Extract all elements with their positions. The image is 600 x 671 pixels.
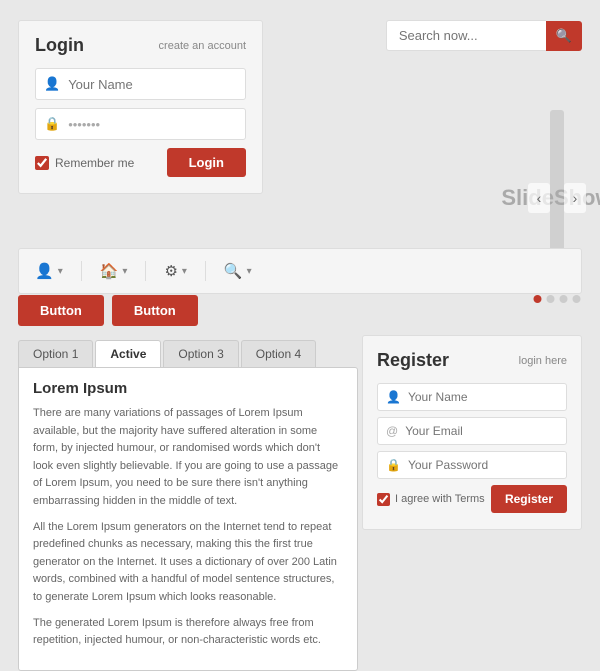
chevron-down-icon-2: ▾ (122, 266, 127, 277)
register-button[interactable]: Register (491, 485, 567, 513)
name-input-row: 👤 (35, 68, 246, 100)
nav-item-home[interactable]: 🏠 ▾ (94, 257, 134, 285)
login-name-input[interactable] (68, 77, 237, 92)
remember-row: Remember me Login (35, 148, 246, 177)
tab-option4[interactable]: Option 4 (241, 340, 316, 367)
nav-item-search[interactable]: 🔍 ▾ (218, 257, 258, 285)
login-button[interactable]: Login (167, 148, 246, 177)
navbar: 👤 ▾ 🏠 ▾ ⚙ ▾ 🔍 ▾ (18, 248, 582, 294)
dot-4[interactable] (573, 295, 581, 303)
reg-name-input[interactable] (408, 390, 558, 404)
login-panel: Login create an account 👤 🔒 Remember me … (18, 20, 263, 194)
tab-active[interactable]: Active (95, 340, 161, 367)
remember-checkbox[interactable] (35, 156, 49, 170)
chevron-down-icon-4: ▾ (247, 266, 252, 277)
dot-3[interactable] (560, 295, 568, 303)
buttons-row: Button Button (18, 295, 198, 326)
user-nav-icon: 👤 (35, 262, 54, 280)
reg-email-input[interactable] (405, 424, 558, 438)
tab-paragraph-3: The generated Lorem Ipsum is therefore a… (33, 615, 343, 650)
dot-2[interactable] (547, 295, 555, 303)
search-button[interactable]: 🔍 (546, 21, 582, 51)
slide-dots (534, 295, 581, 303)
slide-next-button[interactable]: › (564, 183, 586, 213)
gear-nav-icon: ⚙ (164, 262, 177, 280)
reg-name-row: 👤 (377, 383, 567, 411)
slide-prev-button[interactable]: ‹ (528, 183, 550, 213)
tab-option3[interactable]: Option 3 (163, 340, 238, 367)
search-input[interactable] (386, 20, 546, 51)
agree-checkbox[interactable] (377, 493, 390, 506)
tab-content: Lorem Ipsum There are many variations of… (18, 367, 358, 671)
reg-user-icon: 👤 (386, 390, 401, 404)
register-title: Register (377, 350, 449, 371)
nav-divider-1 (81, 261, 82, 281)
dot-1[interactable] (534, 295, 542, 303)
tab-paragraph-1: There are many variations of passages of… (33, 405, 343, 511)
password-input-row: 🔒 (35, 108, 246, 140)
nav-item-user[interactable]: 👤 ▾ (29, 257, 69, 285)
user-icon: 👤 (44, 76, 60, 92)
tabs-section: Option 1 Active Option 3 Option 4 Lorem … (18, 340, 358, 671)
tab-option1[interactable]: Option 1 (18, 340, 93, 367)
register-header: Register login here (377, 350, 567, 371)
reg-password-row: 🔒 (377, 451, 567, 479)
nav-divider-3 (205, 261, 206, 281)
tabs-row: Option 1 Active Option 3 Option 4 (18, 340, 358, 367)
search-bar: 🔍 (386, 20, 582, 51)
remember-label: Remember me (55, 156, 134, 170)
remember-left: Remember me (35, 156, 134, 170)
tab-content-title: Lorem Ipsum (33, 380, 343, 397)
nav-item-settings[interactable]: ⚙ ▾ (158, 257, 192, 285)
reg-lock-icon: 🔒 (386, 458, 401, 472)
chevron-down-icon-3: ▾ (182, 266, 187, 277)
tab-paragraph-2: All the Lorem Ipsum generators on the In… (33, 519, 343, 607)
login-title: Login (35, 35, 84, 56)
login-password-input[interactable] (68, 117, 237, 132)
home-nav-icon: 🏠 (100, 262, 119, 280)
login-here-link[interactable]: login here (519, 355, 567, 367)
slideshow-wrapper: SlideShow ‹ › (275, 55, 582, 230)
reg-password-input[interactable] (408, 458, 558, 472)
reg-email-icon: @ (386, 424, 398, 438)
lock-icon: 🔒 (44, 116, 60, 132)
agree-label: I agree with Terms (395, 493, 485, 505)
agree-row: I agree with Terms Register (377, 485, 567, 513)
login-header: Login create an account (35, 35, 246, 56)
button-1[interactable]: Button (18, 295, 104, 326)
button-2[interactable]: Button (112, 295, 198, 326)
reg-email-row: @ (377, 417, 567, 445)
chevron-down-icon: ▾ (58, 266, 63, 277)
create-account-link[interactable]: create an account (159, 40, 246, 52)
register-panel: Register login here 👤 @ 🔒 I agree with T… (362, 335, 582, 530)
search-nav-icon: 🔍 (224, 262, 243, 280)
agree-left: I agree with Terms (377, 493, 485, 506)
nav-divider-2 (145, 261, 146, 281)
